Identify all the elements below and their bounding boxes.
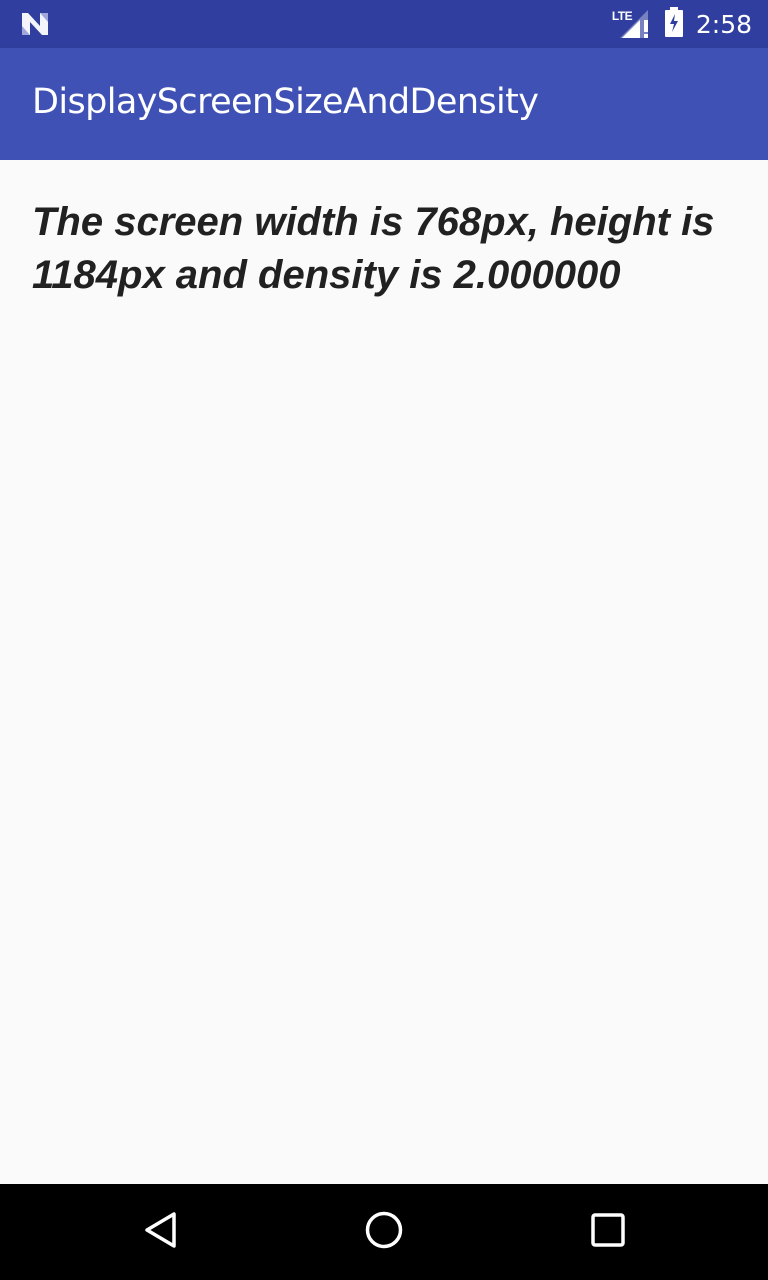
status-bar: LTE 2:58	[0, 0, 768, 48]
app-bar: DisplayScreenSizeAndDensity	[0, 48, 768, 160]
signal-indicator: LTE	[612, 0, 654, 48]
battery-charging-icon	[664, 7, 684, 41]
recents-button[interactable]	[584, 1208, 632, 1256]
recents-square-icon	[588, 1210, 628, 1254]
clock: 2:58	[695, 9, 752, 39]
screen-info-text: The screen width is 768px, height is 118…	[32, 200, 715, 297]
navigation-bar	[0, 1184, 768, 1280]
home-button[interactable]	[360, 1208, 408, 1256]
n-logo-icon	[20, 10, 52, 38]
main-content: The screen width is 768px, height is 118…	[0, 160, 768, 1184]
back-button[interactable]	[136, 1208, 184, 1256]
cell-signal-icon	[619, 8, 652, 44]
page-title: DisplayScreenSizeAndDensity	[32, 82, 539, 122]
home-circle-icon	[364, 1210, 404, 1254]
back-triangle-icon	[140, 1210, 180, 1254]
